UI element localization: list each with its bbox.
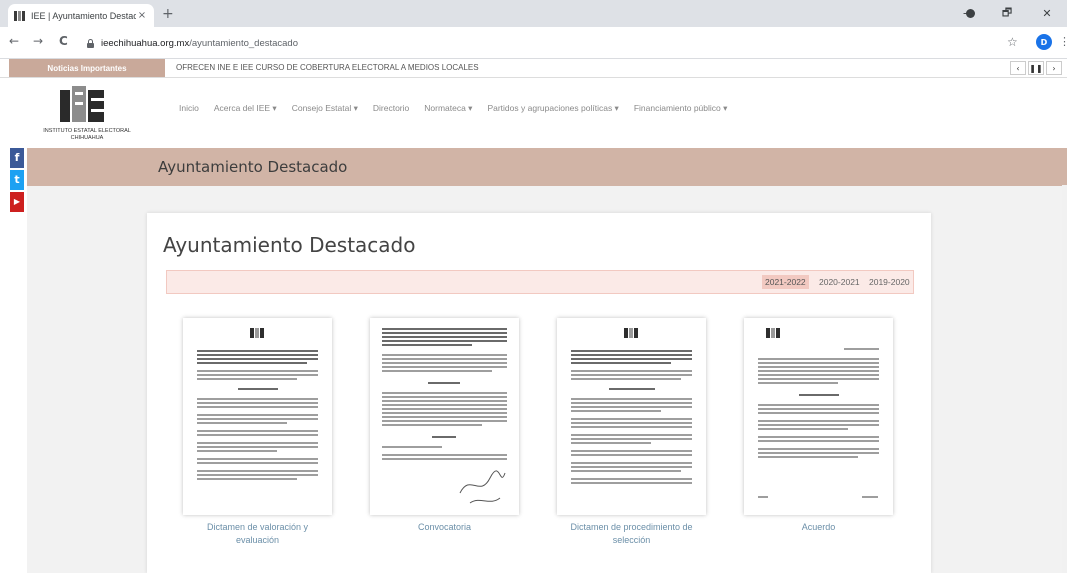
ticker-prev-button[interactable]: ‹ xyxy=(1010,61,1026,75)
iee-logo-mark xyxy=(60,86,104,122)
tab-2020-2021[interactable]: 2020-2021 xyxy=(816,275,863,289)
url-field[interactable]: ieechihuahua.org.mx /ayuntamiento_destac… xyxy=(86,31,986,55)
tab-close-icon[interactable]: × xyxy=(136,10,148,21)
signature-icon xyxy=(459,470,506,504)
forward-button[interactable]: → xyxy=(33,34,43,48)
news-ticker: Noticias Importantes OFRECEN INE E IEE C… xyxy=(0,59,1067,78)
browser-menu-icon[interactable]: ⋮ xyxy=(1059,35,1067,48)
ticker-label: Noticias Importantes xyxy=(9,59,165,77)
page-title-band: Ayuntamiento Destacado xyxy=(27,148,1067,186)
profile-avatar[interactable]: D xyxy=(1036,34,1052,50)
minimize-button[interactable]: − xyxy=(947,7,987,20)
logo-caption: INSTITUTO ESTATAL ELECTORAL CHIHUAHUA xyxy=(37,128,137,142)
caption-line-2: selección xyxy=(612,535,651,545)
main-nav: Inicio Acerca del IEE ▾ Consejo Estatal … xyxy=(179,103,742,114)
document-thumbnail[interactable] xyxy=(744,318,893,515)
twitter-icon[interactable]: t xyxy=(10,170,24,190)
document-thumbnail[interactable] xyxy=(557,318,706,515)
caption-line-2: evaluación xyxy=(235,535,280,545)
logo-caption-line-2: CHIHUAHUA xyxy=(70,135,104,141)
caption-line-1: Dictamen de procedimiento de xyxy=(570,522,693,532)
ticker-controls: ‹ ❚❚ › xyxy=(1010,61,1062,75)
favicon-icon xyxy=(14,10,26,21)
document-logo-icon xyxy=(249,328,266,338)
maximize-button[interactable]: 🗗 xyxy=(987,4,1027,23)
lock-icon xyxy=(86,38,95,48)
document-thumbnail[interactable] xyxy=(370,318,519,515)
document-thumbnail[interactable] xyxy=(183,318,332,515)
caption-line-1: Acuerdo xyxy=(801,522,836,532)
ticker-next-button[interactable]: › xyxy=(1046,61,1062,75)
document-caption[interactable]: Acuerdo xyxy=(744,521,893,534)
document-logo-icon xyxy=(766,328,782,338)
nav-acerca[interactable]: Acerca del IEE ▾ xyxy=(214,103,277,114)
year-tabs: 2021-2022 2020-2021 2019-2020 xyxy=(166,270,914,294)
browser-tabbar: IEE | Ayuntamiento Destacado × + − 🗗 ✕ xyxy=(0,0,1067,27)
site-header: INSTITUTO ESTATAL ELECTORAL CHIHUAHUA In… xyxy=(0,78,1067,146)
tab-2021-2022[interactable]: 2021-2022 xyxy=(762,275,809,289)
page-scrollbar[interactable] xyxy=(1062,185,1067,573)
document-caption[interactable]: Convocatoria xyxy=(370,521,519,534)
document-caption[interactable]: Dictamen de valoración y evaluación xyxy=(183,521,332,547)
ticker-headline[interactable]: OFRECEN INE E IEE CURSO DE COBERTURA ELE… xyxy=(176,63,479,72)
tab-title: IEE | Ayuntamiento Destacado xyxy=(31,10,136,21)
nav-inicio[interactable]: Inicio xyxy=(179,103,199,114)
left-gutter xyxy=(0,146,10,573)
social-links: f t ▶ xyxy=(10,148,24,214)
url-path: /ayuntamiento_destacado xyxy=(189,37,299,49)
bookmark-star-icon[interactable]: ☆ xyxy=(1007,35,1018,49)
content-card: Ayuntamiento Destacado 2021-2022 2020-20… xyxy=(147,213,931,573)
ticker-pause-button[interactable]: ❚❚ xyxy=(1028,61,1044,75)
reload-button[interactable]: C xyxy=(59,34,68,48)
card-title: Ayuntamiento Destacado xyxy=(163,233,416,257)
youtube-icon[interactable]: ▶ xyxy=(10,192,24,212)
logo-caption-line-1: INSTITUTO ESTATAL ELECTORAL xyxy=(43,128,131,134)
nav-normateca[interactable]: Normateca ▾ xyxy=(424,103,472,114)
caption-line-1: Convocatoria xyxy=(417,522,472,532)
nav-partidos[interactable]: Partidos y agrupaciones políticas ▾ xyxy=(487,103,618,114)
window-controls: − 🗗 ✕ xyxy=(947,0,1067,27)
caption-line-1: Dictamen de valoración y xyxy=(206,522,309,532)
tab-2019-2020[interactable]: 2019-2020 xyxy=(866,275,913,289)
window-close-button[interactable]: ✕ xyxy=(1027,7,1067,20)
iee-logo[interactable]: INSTITUTO ESTATAL ELECTORAL CHIHUAHUA xyxy=(37,86,137,146)
document-logo-icon xyxy=(623,328,640,338)
nav-consejo[interactable]: Consejo Estatal ▾ xyxy=(292,103,358,114)
browser-tab[interactable]: IEE | Ayuntamiento Destacado × xyxy=(8,4,154,27)
address-bar-row: ← → C ieechihuahua.org.mx /ayuntamiento_… xyxy=(0,27,1067,59)
back-button[interactable]: ← xyxy=(9,34,19,48)
url-domain: ieechihuahua.org.mx xyxy=(101,37,190,49)
document-caption[interactable]: Dictamen de procedimiento de selección xyxy=(557,521,706,547)
new-tab-button[interactable]: + xyxy=(162,6,174,22)
facebook-icon[interactable]: f xyxy=(10,148,24,168)
nav-directorio[interactable]: Directorio xyxy=(373,103,409,114)
page-title: Ayuntamiento Destacado xyxy=(158,158,348,176)
nav-financiamiento[interactable]: Financiamiento público ▾ xyxy=(634,103,728,114)
